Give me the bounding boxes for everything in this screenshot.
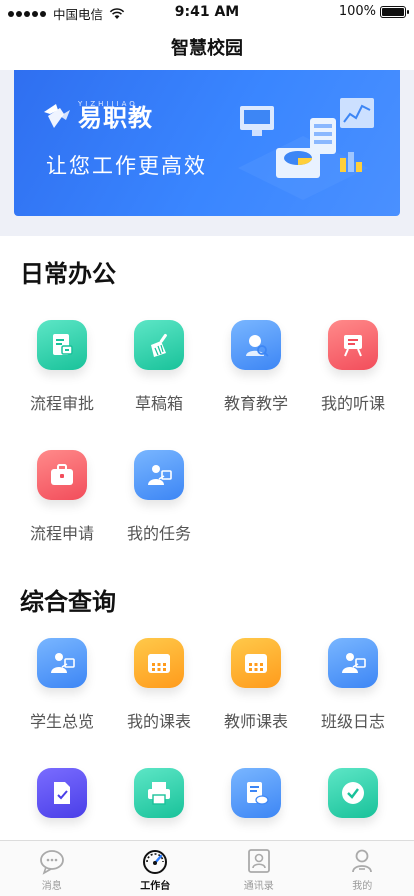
person-board-icon <box>51 653 75 673</box>
icon-tile <box>134 768 184 818</box>
icon-tile <box>231 768 281 818</box>
printer-icon <box>148 782 170 805</box>
icon-tile <box>134 320 184 370</box>
check-document-icon <box>54 782 70 804</box>
icon-tile <box>328 768 378 818</box>
grid-label: 流程审批 <box>29 394 94 413</box>
icon-tile <box>328 320 378 370</box>
battery-percent: 100% <box>338 4 376 19</box>
tab-label: 我的 <box>352 881 373 892</box>
grid-item-check-document[interactable] <box>10 768 114 818</box>
calendar-icon <box>148 654 170 673</box>
shield-check-icon <box>342 782 364 804</box>
grid-item-drafts[interactable]: 草稿箱 <box>107 320 211 414</box>
section-title-daily: 日常办公 <box>20 260 116 288</box>
battery-icon <box>380 5 409 18</box>
grid-label: 我的课表 <box>126 712 191 731</box>
grid-label: 流程申请 <box>29 524 94 543</box>
status-bar: 中国电信 9:41 AM 100% <box>0 0 414 24</box>
status-right: 100% <box>338 4 409 19</box>
icon-tile <box>231 638 281 688</box>
icon-tile <box>328 638 378 688</box>
brand-logo-icon <box>44 103 70 128</box>
grid-label: 我的任务 <box>126 524 191 543</box>
dashboard-gauge-icon <box>143 850 168 874</box>
banner[interactable]: 易职教 YIZHIJIAO 让您工作更高效 <box>14 70 400 216</box>
tab-workbench[interactable]: 工作台 <box>104 841 208 896</box>
grid-label: 草稿箱 <box>134 394 183 413</box>
grid-label: 学生总览 <box>29 712 94 731</box>
tab-bar: 消息 工作台 通讯录 我的 <box>0 840 414 896</box>
grid-label: 教师课表 <box>223 712 288 731</box>
grid-item-my-lessons[interactable]: 我的听课 <box>301 320 405 414</box>
grid-label: 班级日志 <box>320 712 385 731</box>
tab-contacts[interactable]: 通讯录 <box>207 841 311 896</box>
calendar-icon <box>245 654 267 673</box>
grid-item-my-tasks[interactable]: 我的任务 <box>107 450 211 544</box>
banner-brand-sub: YIZHIJIAO <box>78 100 138 108</box>
nav-bar: 智慧校园 <box>0 24 414 70</box>
easel-icon <box>344 335 362 357</box>
tab-profile[interactable]: 我的 <box>311 841 414 896</box>
grid-item-process-apply[interactable]: 流程申请 <box>10 450 114 544</box>
grid-item-class-log[interactable]: 班级日志 <box>301 638 405 732</box>
grid-item-student-overview[interactable]: 学生总览 <box>10 638 114 732</box>
grid-item-shield-check[interactable] <box>301 768 405 818</box>
contacts-icon <box>247 849 270 873</box>
document-approve-icon <box>53 334 73 355</box>
banner-slogan: 让您工作更高效 <box>46 154 207 178</box>
profile-icon <box>352 849 373 873</box>
grid-item-printer[interactable] <box>107 768 211 818</box>
icon-tile <box>37 768 87 818</box>
grid-item-process-approval[interactable]: 流程审批 <box>10 320 114 414</box>
section-title-query: 综合查询 <box>20 588 116 616</box>
grid-label: 教育教学 <box>223 394 288 413</box>
grid-label: 我的听课 <box>320 394 385 413</box>
icon-tile <box>37 450 87 500</box>
icon-tile <box>231 320 281 370</box>
briefcase-icon <box>51 464 73 485</box>
tab-messages[interactable]: 消息 <box>0 841 104 896</box>
icon-tile <box>37 320 87 370</box>
icon-tile <box>37 638 87 688</box>
grid-item-education[interactable]: 教育教学 <box>204 320 308 414</box>
page-title: 智慧校园 <box>171 38 243 59</box>
person-board-icon <box>342 653 366 673</box>
office-illustration-icon <box>238 98 374 200</box>
tab-label: 消息 <box>41 881 62 892</box>
chat-icon <box>39 850 64 875</box>
cloud-document-icon <box>247 782 269 805</box>
tab-label: 通讯录 <box>243 881 274 892</box>
grid-item-my-timetable[interactable]: 我的课表 <box>107 638 211 732</box>
banner-section: 易职教 YIZHIJIAO 让您工作更高效 <box>0 70 414 236</box>
grid-item-cloud-document[interactable] <box>204 768 308 818</box>
tab-label: 工作台 <box>140 881 171 892</box>
teacher-search-icon <box>246 335 269 357</box>
grid-item-teacher-timetable[interactable]: 教师课表 <box>204 638 308 732</box>
icon-tile <box>134 638 184 688</box>
broom-icon <box>151 333 167 357</box>
icon-tile <box>134 450 184 500</box>
person-board-icon <box>148 465 172 485</box>
